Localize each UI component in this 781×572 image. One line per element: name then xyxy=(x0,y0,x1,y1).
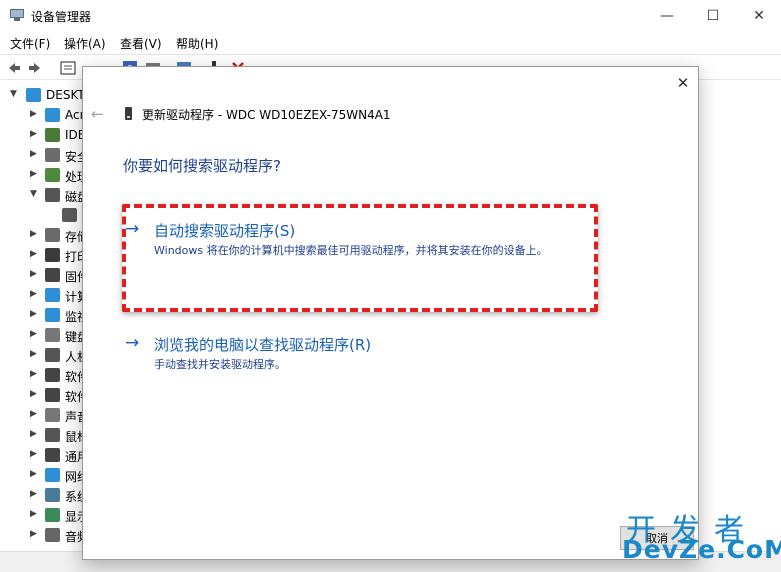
browse-computer-desc: 手动查找并安装驱动程序。 xyxy=(154,358,286,371)
browse-computer-title: 浏览我的电脑以查找驱动程序(R) xyxy=(154,336,372,354)
watermark-logo: 开发者 DevZe.CoM xyxy=(620,505,781,569)
back-arrow-icon[interactable] xyxy=(6,60,22,76)
storage-controller-icon xyxy=(45,228,60,242)
chevron-right-icon[interactable]: ▶ xyxy=(30,229,37,239)
system-device-icon xyxy=(45,488,60,502)
chevron-right-icon[interactable]: ▶ xyxy=(30,269,37,279)
tree-item[interactable]: ▶安全 xyxy=(0,145,85,165)
chevron-right-icon[interactable]: ▶ xyxy=(30,389,37,399)
chevron-right-icon[interactable]: ▶ xyxy=(30,449,37,459)
close-window-button[interactable]: ✕ xyxy=(736,0,781,31)
tree-item[interactable]: ▶键盘 xyxy=(0,325,85,345)
chevron-right-icon[interactable]: ▶ xyxy=(30,169,37,179)
tree-item[interactable]: ▶音频 xyxy=(0,525,85,545)
chevron-right-icon[interactable]: ▶ xyxy=(30,309,37,319)
menu-help[interactable]: 帮助(H) xyxy=(176,35,218,52)
dialog-question: 你要如何搜索驱动程序? xyxy=(123,157,281,175)
properties-icon[interactable] xyxy=(60,60,76,76)
computer-icon xyxy=(45,288,60,302)
tree-item[interactable]: ▶监视 xyxy=(0,305,85,325)
chevron-right-icon[interactable]: ▶ xyxy=(30,249,37,259)
update-driver-dialog: ✕ ← 更新驱动程序 - WDC WD10EZEX-75WN4A1 你要如何搜索… xyxy=(82,66,699,560)
watermark-bottom-text: DevZe.CoM xyxy=(622,535,781,564)
display-adapter-icon xyxy=(45,508,60,522)
chevron-down-icon[interactable]: ▼ xyxy=(30,189,37,199)
mouse-icon xyxy=(45,428,60,442)
sound-icon xyxy=(45,408,60,422)
tree-item[interactable]: ▶系统 xyxy=(0,485,85,505)
hid-icon xyxy=(45,348,60,362)
browse-computer-option[interactable]: → 浏览我的电脑以查找驱动程序(R) 手动查找并安装驱动程序。 xyxy=(125,333,605,383)
device-tree: ▼ DESKT ▶Acr▶IDE▶安全▶处理▼磁盘 ▶存储▶打印▶固件▶计算▶监视▶键… xyxy=(0,81,86,551)
dialog-close-button[interactable]: ✕ xyxy=(672,72,694,94)
security-device-icon xyxy=(45,148,60,162)
tree-item[interactable]: ▶存储 xyxy=(0,225,85,245)
tree-item[interactable]: ▼磁盘 xyxy=(0,185,85,205)
maximize-button[interactable]: ☐ xyxy=(690,0,736,31)
menu-view[interactable]: 查看(V) xyxy=(120,35,162,52)
red-dashed-highlight xyxy=(122,204,598,312)
monitor-icon xyxy=(45,308,60,322)
chevron-right-icon[interactable]: ▶ xyxy=(30,509,37,519)
chevron-right-icon[interactable]: ▶ xyxy=(30,429,37,439)
processor-icon xyxy=(45,168,60,182)
tree-item[interactable]: ▶处理 xyxy=(0,165,85,185)
chevron-right-icon[interactable]: ▶ xyxy=(30,409,37,419)
chevron-right-icon[interactable]: ▶ xyxy=(30,109,37,119)
menu-file[interactable]: 文件(F) xyxy=(10,35,50,52)
forward-arrow-icon[interactable] xyxy=(27,60,43,76)
menu-action[interactable]: 操作(A) xyxy=(64,35,106,52)
tree-item[interactable]: ▶网络 xyxy=(0,465,85,485)
chevron-right-icon[interactable]: ▶ xyxy=(30,289,37,299)
disk-device-icon xyxy=(125,107,132,120)
tree-item[interactable]: ▶软件 xyxy=(0,385,85,405)
tree-item[interactable]: ▶计算 xyxy=(0,285,85,305)
usb-icon xyxy=(45,448,60,462)
chevron-right-icon[interactable]: ▶ xyxy=(30,349,37,359)
chevron-right-icon[interactable]: ▶ xyxy=(30,489,37,499)
tree-item[interactable]: ▶打印 xyxy=(0,245,85,265)
arrow-right-icon: → xyxy=(125,333,140,353)
window-titlebar: 设备管理器 — ☐ ✕ xyxy=(0,0,781,31)
tree-item[interactable]: ▶鼠标 xyxy=(0,425,85,445)
firmware-icon xyxy=(45,268,60,282)
network-icon xyxy=(45,468,60,482)
tree-item[interactable]: ▶ IDE xyxy=(0,125,85,145)
back-arrow-icon[interactable]: ← xyxy=(91,105,104,123)
keyboard-icon xyxy=(45,328,60,342)
printer-icon xyxy=(45,248,60,262)
chevron-right-icon[interactable]: ▶ xyxy=(30,129,37,139)
menu-bar: 文件(F) 操作(A) 查看(V) 帮助(H) xyxy=(0,31,781,54)
chevron-right-icon[interactable]: ▶ xyxy=(30,529,37,539)
ide-controller-icon xyxy=(45,128,60,142)
chevron-down-icon[interactable]: ▼ xyxy=(10,89,17,99)
device-manager-icon xyxy=(10,9,24,21)
tree-root-label: DESKT xyxy=(46,88,85,102)
window-title: 设备管理器 xyxy=(31,10,92,24)
tree-item[interactable]: ▶显示 xyxy=(0,505,85,525)
minimize-button[interactable]: — xyxy=(644,0,690,31)
chevron-right-icon[interactable]: ▶ xyxy=(30,469,37,479)
tree-item[interactable]: ▶ Acr xyxy=(0,105,85,125)
chevron-right-icon[interactable]: ▶ xyxy=(30,369,37,379)
tree-item[interactable]: ▶通用 xyxy=(0,445,85,465)
tree-item[interactable]: ▶人机 xyxy=(0,345,85,365)
tree-root[interactable]: ▼ DESKT xyxy=(0,85,85,105)
software-component-icon xyxy=(45,368,60,382)
right-panel xyxy=(700,81,781,551)
dialog-header: 更新驱动程序 - WDC WD10EZEX-75WN4A1 xyxy=(142,108,391,122)
disk-drive-icon xyxy=(45,188,60,202)
audio-input-icon xyxy=(45,108,60,122)
software-device-icon xyxy=(45,388,60,402)
audio-icon xyxy=(45,528,60,542)
chevron-right-icon[interactable]: ▶ xyxy=(30,149,37,159)
disk-icon xyxy=(62,208,77,222)
tree-item[interactable]: ▶固件 xyxy=(0,265,85,285)
tree-item[interactable]: ▶声音 xyxy=(0,405,85,425)
tree-item[interactable] xyxy=(0,205,85,225)
computer-icon xyxy=(26,88,41,102)
tree-item[interactable]: ▶软件 xyxy=(0,365,85,385)
chevron-right-icon[interactable]: ▶ xyxy=(30,329,37,339)
